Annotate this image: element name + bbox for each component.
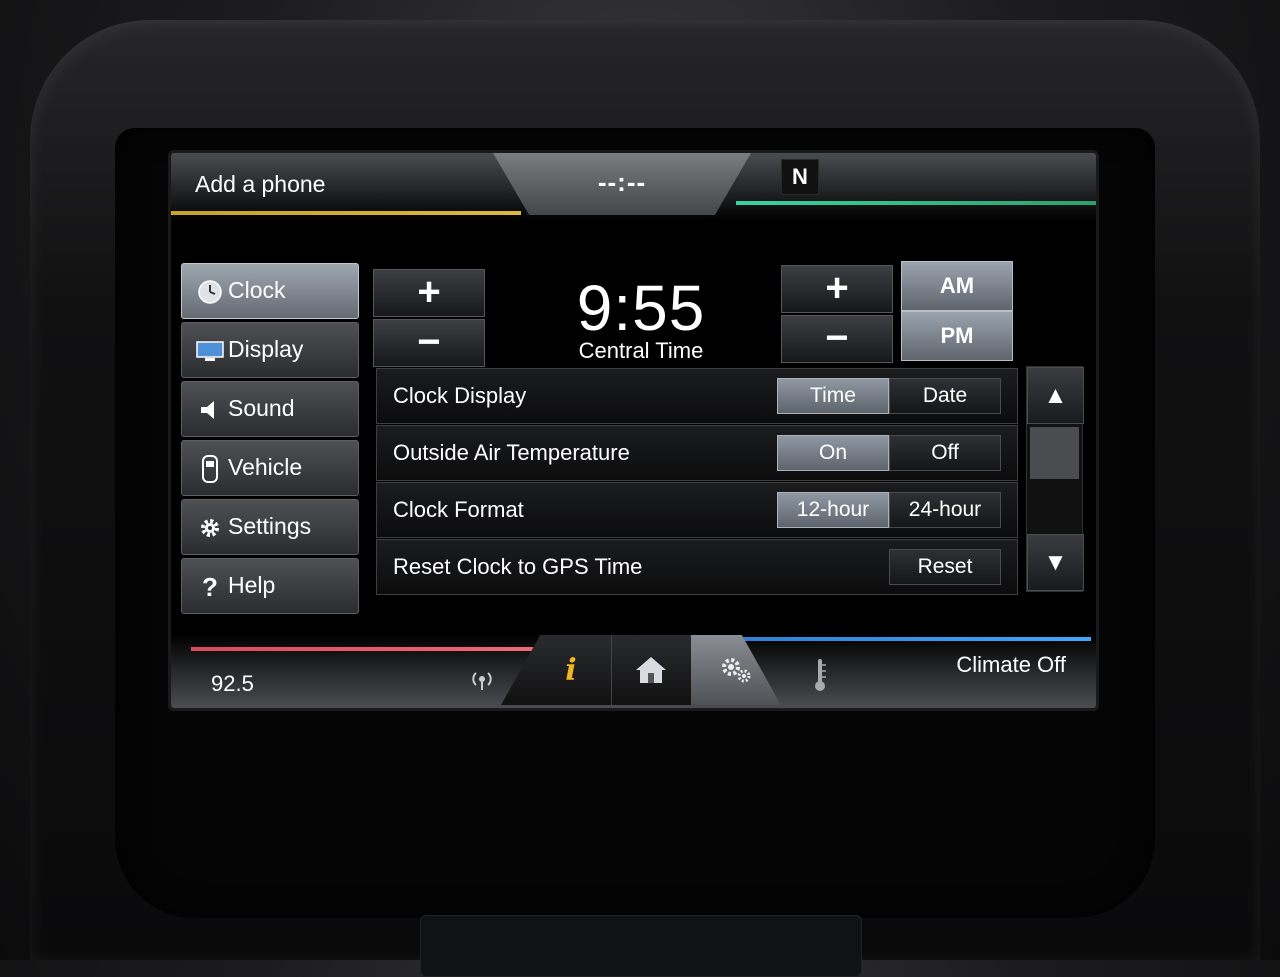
vehicle-icon [196,455,224,483]
time-option[interactable]: Time [777,378,889,414]
clock-display-row: Clock Display Time Date [376,368,1018,424]
menu-item-display[interactable]: Display [181,322,359,378]
info-icon: i [565,652,577,688]
menu-item-label: Display [228,336,304,362]
entertainment-accent-line [191,647,541,651]
12-hour-option[interactable]: 12-hour [777,492,889,528]
console-panel [420,915,862,977]
pm-button[interactable]: PM [901,311,1013,361]
display-icon [196,337,224,365]
menu-item-label: Sound [228,395,295,421]
touchscreen: Add a phone --:-- N Clock Display Sound [168,150,1099,711]
wireless-signal-icon [472,672,492,690]
settings-scrollbar[interactable]: ▲ ▼ [1026,366,1084,592]
menu-item-label: Vehicle [228,454,303,480]
menu-item-vehicle[interactable]: Vehicle [181,440,359,496]
gear-icon [196,514,224,542]
settings-icon [722,658,751,683]
temperature-off-option[interactable]: Off [889,435,1001,471]
menu-item-settings[interactable]: Settings [181,499,359,555]
clock-icon [196,278,224,306]
clock-format-row: Clock Format 12-hour 24-hour [376,482,1018,538]
settings-menu: Clock Display Sound Vehicle Settings ? H… [181,263,359,617]
menu-item-help[interactable]: ? Help [181,558,359,614]
thermometer-icon [815,659,826,691]
24-hour-option[interactable]: 24-hour [889,492,1001,528]
scroll-thumb[interactable] [1030,427,1079,479]
temperature-on-option[interactable]: On [777,435,889,471]
settings-tab[interactable] [691,635,781,705]
current-time: 9:55 [576,272,706,344]
menu-item-sound[interactable]: Sound [181,381,359,437]
reset-clock-row: Reset Clock to GPS Time Reset [376,539,1018,595]
menu-item-label: Settings [228,513,312,539]
menu-item-label: Clock [228,277,286,303]
compass-heading: N [781,159,819,195]
menu-item-clock[interactable]: Clock [181,263,359,319]
am-button[interactable]: AM [901,261,1013,311]
minute-plus-button[interactable]: + [781,265,893,313]
reset-button[interactable]: Reset [889,549,1001,585]
phone-accent-line [171,211,521,215]
status-clock-time: --:-- [597,167,647,197]
menu-item-label: Help [228,572,276,598]
top-status-bar: Add a phone --:-- N [171,153,1096,221]
climate-accent-line [736,637,1091,641]
navigation-accent-line [736,201,1096,205]
outside-air-temperature-label: Outside Air Temperature [393,440,630,465]
add-phone-label[interactable]: Add a phone [195,171,325,198]
minute-minus-button[interactable]: − [781,315,893,363]
outside-air-temperature-row: Outside Air Temperature On Off [376,425,1018,481]
home-icon [636,657,666,683]
status-clock-tab: --:-- [493,153,751,215]
hour-minus-button[interactable]: − [373,319,485,367]
clock-format-label: Clock Format [393,497,524,522]
reset-clock-label: Reset Clock to GPS Time [393,554,643,579]
speaker-icon [196,396,224,424]
time-zone-label: Central Time [578,338,704,363]
scroll-down-button[interactable]: ▼ [1027,534,1084,591]
info-tab[interactable]: i [531,635,612,705]
radio-frequency[interactable]: 92.5 [211,671,254,697]
scroll-up-button[interactable]: ▲ [1027,367,1084,424]
clock-display-label: Clock Display [393,383,527,408]
hour-plus-button[interactable]: + [373,269,485,317]
home-tab[interactable] [611,635,692,705]
bottom-status-bar: 92.5 i Climate Off [171,635,1096,708]
date-option[interactable]: Date [889,378,1001,414]
help-icon: ? [202,571,218,602]
main-nav-tabs: i [501,635,781,705]
climate-status[interactable]: Climate Off [956,652,1066,678]
